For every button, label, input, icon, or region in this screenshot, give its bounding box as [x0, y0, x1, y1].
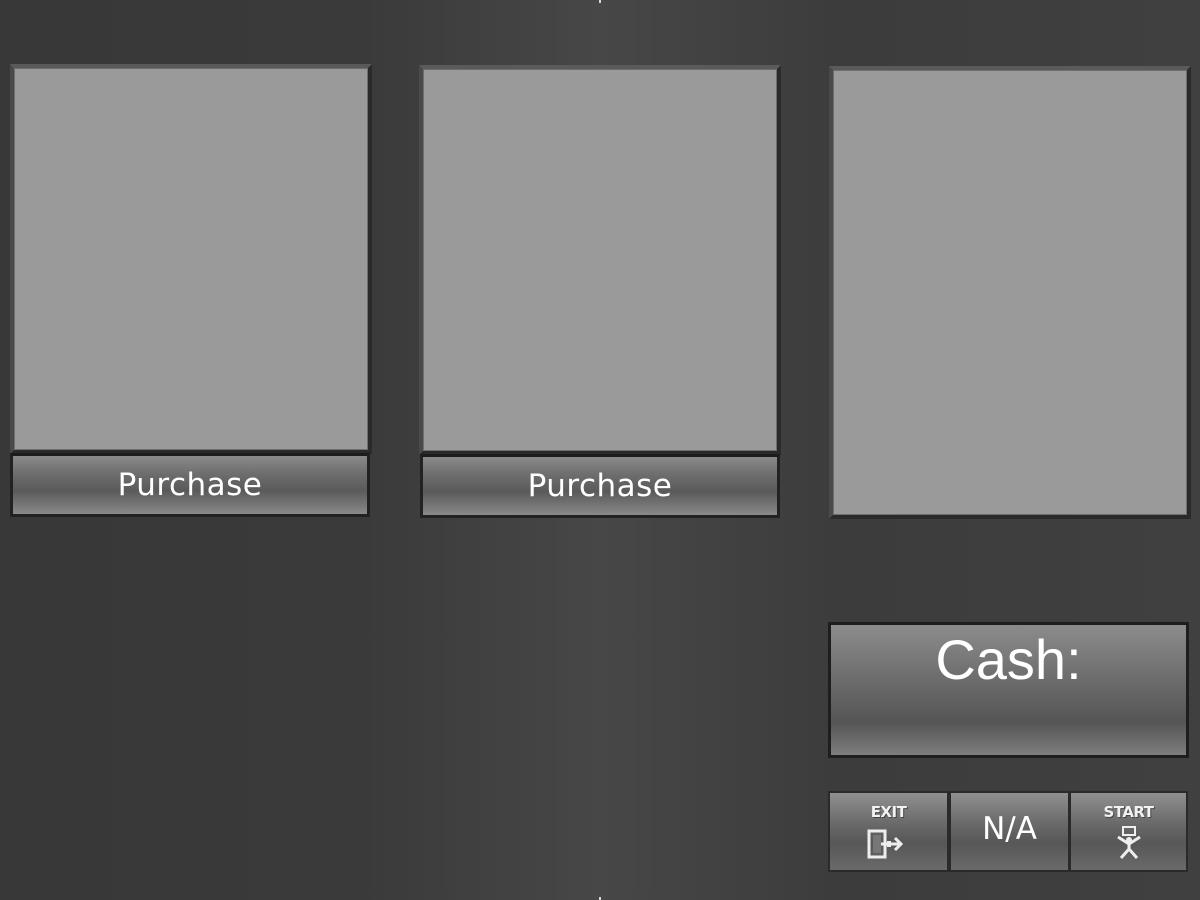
product-image-slot-1 — [10, 64, 372, 454]
exit-button[interactable]: EXIT — [828, 791, 949, 872]
exit-label: EXIT — [870, 803, 907, 821]
exit-door-icon — [867, 829, 911, 863]
cash-label: Cash: — [935, 628, 1082, 691]
na-label: N/A — [982, 811, 1037, 847]
na-button[interactable]: N/A — [949, 791, 1070, 872]
purchase-button-1[interactable]: Purchase — [10, 453, 370, 517]
product-preview-panel — [829, 66, 1191, 519]
product-image-slot-2 — [419, 65, 781, 455]
purchase-button-2[interactable]: Purchase — [420, 454, 780, 518]
top-center-marker — [599, 0, 601, 3]
start-label: START — [1103, 803, 1154, 821]
cash-display: Cash: — [828, 622, 1189, 758]
start-button[interactable]: START — [1069, 791, 1188, 872]
start-figure-icon — [1112, 825, 1146, 863]
